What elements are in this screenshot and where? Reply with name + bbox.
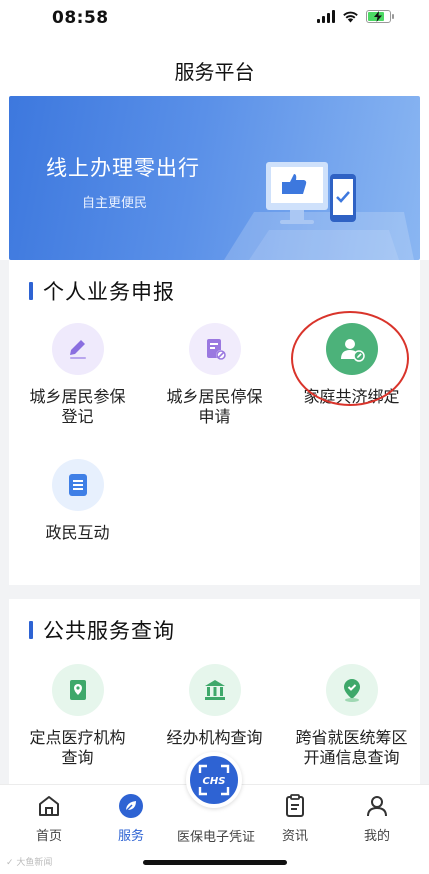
tile-label: 家庭共济绑定 bbox=[303, 387, 400, 406]
tab-label: 我的 bbox=[363, 829, 390, 844]
tile-cross-province-medical-query[interactable]: 跨省就医统筹区开通信息查询 bbox=[283, 664, 420, 768]
wifi-icon bbox=[343, 11, 358, 23]
chs-badge-text: CHS bbox=[203, 776, 226, 787]
page-header: 服务平台 bbox=[0, 38, 429, 96]
document-stop-icon bbox=[188, 323, 241, 375]
computer-phone-illustration bbox=[224, 162, 414, 260]
tab-home[interactable]: 首页 bbox=[14, 791, 84, 844]
tile-label: 政民互动 bbox=[45, 523, 110, 542]
charging-bolt-icon bbox=[374, 11, 382, 22]
battery-icon bbox=[366, 10, 394, 23]
banner-title: 线上办理零出行 bbox=[46, 156, 200, 180]
tile-agency-query[interactable]: 经办机构查询 bbox=[146, 664, 283, 748]
banner-subtitle: 自主更便民 bbox=[82, 196, 148, 211]
edit-pencil-icon bbox=[51, 323, 104, 375]
status-icons bbox=[317, 10, 394, 23]
location-check-icon bbox=[325, 664, 378, 716]
tab-label: 首页 bbox=[35, 829, 62, 844]
app-screen: 08:58 服务平台 线上办理零出行 自主更便民 个人业务申报 城乡居民参保登记… bbox=[0, 0, 429, 874]
tile-label: 城乡居民参保登记 bbox=[29, 387, 126, 426]
tab-label-medical-code: 医保电子凭证 bbox=[176, 830, 255, 845]
institution-building-icon bbox=[188, 664, 241, 716]
service-leaf-icon bbox=[96, 791, 166, 821]
tile-label: 经办机构查询 bbox=[166, 728, 263, 747]
section-title: 个人业务申报 bbox=[43, 280, 175, 304]
section-accent-bar bbox=[29, 621, 33, 639]
user-edit-icon bbox=[325, 323, 378, 375]
tile-label: 定点医疗机构查询 bbox=[29, 728, 126, 767]
tab-news[interactable]: 资讯 bbox=[260, 791, 330, 844]
tile-label: 跨省就医统筹区开通信息查询 bbox=[295, 728, 408, 767]
section-accent-bar bbox=[29, 282, 33, 300]
tile-designated-medical-institution-query[interactable]: 定点医疗机构查询 bbox=[9, 664, 146, 768]
home-icon bbox=[14, 791, 84, 821]
status-time: 08:58 bbox=[52, 8, 109, 28]
chs-scan-icon: CHS bbox=[198, 764, 230, 796]
tab-service[interactable]: 服务 bbox=[96, 791, 166, 844]
tile-label: 城乡居民停保申请 bbox=[166, 387, 263, 426]
medical-insurance-code-button[interactable]: CHS bbox=[186, 752, 242, 808]
section-divider bbox=[0, 585, 429, 599]
tab-profile[interactable]: 我的 bbox=[342, 791, 412, 844]
section-header: 个人业务申报 bbox=[29, 276, 175, 306]
promo-banner[interactable]: 线上办理零出行 自主更便民 bbox=[9, 96, 420, 260]
tab-label: 服务 bbox=[117, 829, 144, 844]
page-title: 服务平台 bbox=[174, 60, 255, 84]
watermark-logo: ✓ 大鱼新闻 bbox=[6, 858, 53, 868]
tile-family-mutual-aid-binding[interactable]: 家庭共济绑定 bbox=[283, 323, 420, 407]
news-clipboard-icon bbox=[260, 791, 330, 821]
tile-government-citizen-interaction[interactable]: 政民互动 bbox=[9, 459, 146, 543]
tile-resident-insurance-registration[interactable]: 城乡居民参保登记 bbox=[9, 323, 146, 427]
cellular-signal-icon bbox=[317, 10, 335, 23]
home-indicator[interactable] bbox=[143, 860, 287, 865]
tab-label: 资讯 bbox=[281, 829, 308, 844]
tile-resident-insurance-stop[interactable]: 城乡居民停保申请 bbox=[146, 323, 283, 427]
banner-container: 线上办理零出行 自主更便民 bbox=[0, 96, 429, 260]
list-document-icon bbox=[51, 459, 104, 511]
section-header: 公共服务查询 bbox=[29, 615, 175, 645]
location-pin-icon bbox=[51, 664, 104, 716]
personal-business-section: 个人业务申报 城乡居民参保登记 城乡居民停保申请 家庭共济绑定 政民互动 bbox=[9, 260, 420, 585]
status-bar: 08:58 bbox=[0, 0, 429, 38]
profile-icon bbox=[342, 791, 412, 821]
section-title: 公共服务查询 bbox=[43, 619, 175, 643]
